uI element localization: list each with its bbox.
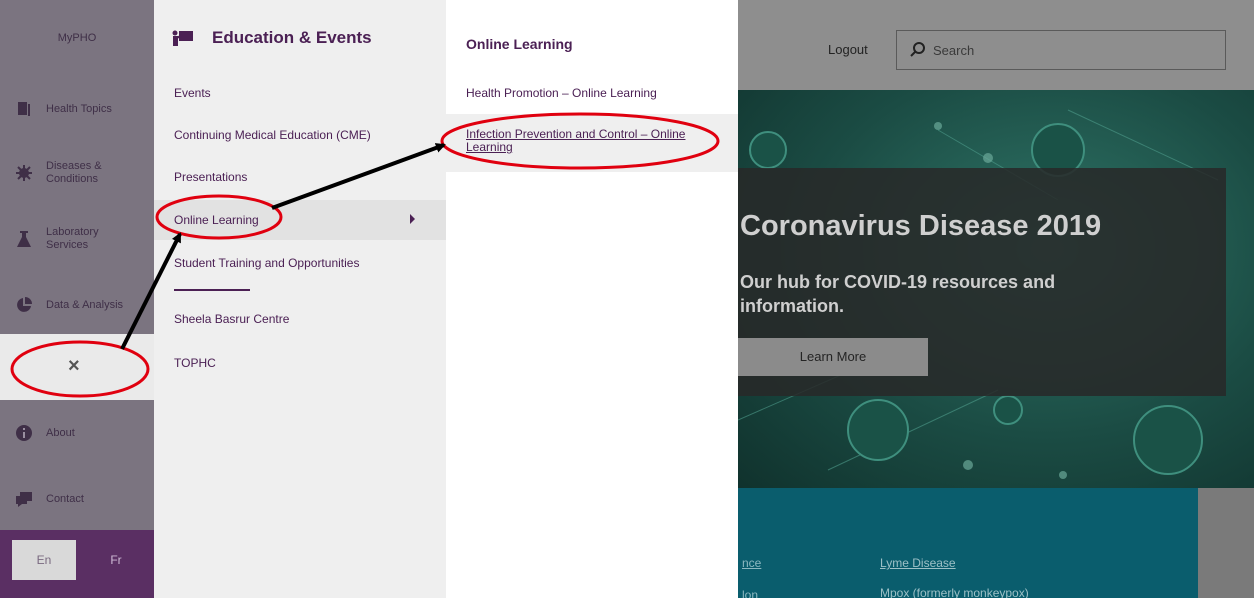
search-input[interactable]: Search <box>896 30 1226 70</box>
topics-band <box>738 488 1198 598</box>
rail-item-label: Contact <box>46 492 84 505</box>
submenu-heading: Online Learning <box>466 36 573 52</box>
menu-item-student-training[interactable]: Student Training and Opportunities <box>174 256 359 270</box>
flask-icon <box>17 231 31 247</box>
close-icon: × <box>68 355 80 377</box>
band-link-lyme-disease[interactable]: Lyme Disease <box>880 556 956 570</box>
chevron-right-icon <box>410 214 415 224</box>
lang-fr-button[interactable]: Fr <box>84 540 148 580</box>
menu-item-tophc[interactable]: TOPHC <box>174 356 216 370</box>
logout-link[interactable]: Logout <box>828 42 868 57</box>
rail-item-laboratory-services[interactable]: Laboratory Services <box>0 222 154 256</box>
myph-link[interactable]: MyPHO <box>0 32 154 44</box>
rail-item-label: Laboratory Services <box>46 226 99 251</box>
hero-subtitle: Our hub for COVID-19 resources and infor… <box>740 272 1056 316</box>
pie-chart-icon <box>17 297 32 312</box>
chat-icon <box>16 492 32 507</box>
lang-en-button[interactable]: En <box>12 540 76 580</box>
virus-icon <box>16 165 32 181</box>
info-icon <box>16 425 32 441</box>
hero-title: Coronavirus Disease 2019 <box>740 210 1102 242</box>
menu-heading: Education & Events <box>172 28 372 48</box>
band-link[interactable]: nce <box>742 556 761 570</box>
rail-item-data-analysis[interactable]: Data & Analysis <box>0 292 154 318</box>
learn-more-button[interactable]: Learn More <box>738 338 928 376</box>
band-link-mpox[interactable]: Mpox (formerly monkeypox) <box>880 586 1029 598</box>
submenu-item-health-promotion[interactable]: Health Promotion – Online Learning <box>466 86 657 100</box>
rail-item-label: Health Topics <box>46 102 112 115</box>
search-placeholder: Search <box>933 43 975 58</box>
rail-item-diseases-conditions[interactable]: Diseases & Conditions <box>0 156 154 190</box>
submenu-item-ipac[interactable]: Infection Prevention and Control – Onlin… <box>466 128 716 154</box>
divider <box>174 289 250 291</box>
rail-item-health-topics[interactable]: Health Topics <box>0 96 154 122</box>
rail-item-about[interactable]: About <box>0 420 154 446</box>
screen: Logout Search Coronavirus Disease 2019 O… <box>0 0 1254 598</box>
menu-item-sheela-basrur[interactable]: Sheela Basrur Centre <box>174 312 289 326</box>
menu-item-online-learning[interactable]: Online Learning <box>174 213 259 227</box>
presentation-icon <box>172 30 193 46</box>
rail-item-contact[interactable]: Contact <box>0 486 154 512</box>
menu-item-cme[interactable]: Continuing Medical Education (CME) <box>174 128 371 142</box>
rail-item-label: Diseases & Conditions <box>46 160 102 185</box>
book-icon <box>18 102 30 116</box>
menu-heading-label: Education & Events <box>212 28 372 47</box>
rail-item-label: Data & Analysis <box>46 298 124 311</box>
menu-item-events[interactable]: Events <box>174 86 211 100</box>
rail-item-label: About <box>46 426 75 439</box>
background-right <box>1198 488 1254 598</box>
menu-item-presentations[interactable]: Presentations <box>174 170 247 184</box>
search-icon <box>910 42 925 57</box>
band-link[interactable]: lon <box>742 588 758 598</box>
